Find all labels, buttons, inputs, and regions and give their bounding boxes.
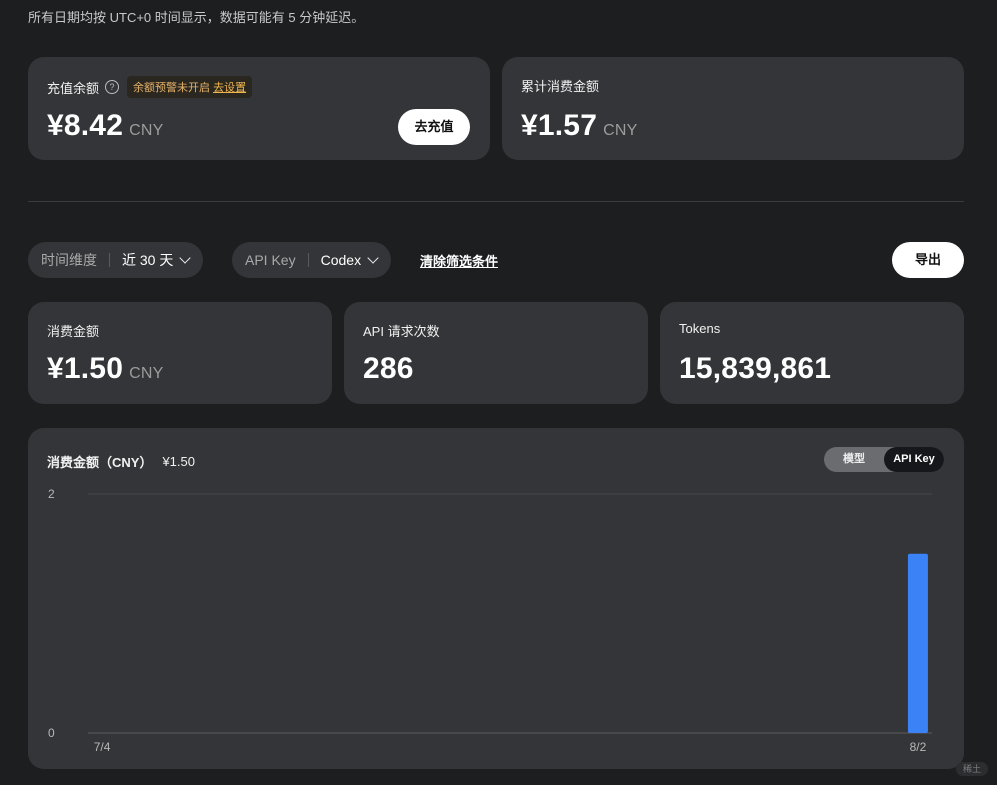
time-range-value: 近 30 天 — [122, 252, 174, 268]
section-divider — [28, 201, 964, 202]
balance-amount: ¥8.42 CNY — [47, 109, 163, 143]
export-button[interactable]: 导出 — [892, 242, 964, 278]
group-by-toggle[interactable]: 模型 API Key — [824, 447, 944, 472]
total-spend-amount: ¥1.57 CNY — [521, 109, 637, 143]
balance-currency: CNY — [129, 122, 164, 139]
total-spend-value: ¥1.57 — [521, 109, 598, 142]
stat-value: 286 — [363, 352, 414, 385]
timezone-note: 所有日期均按 UTC+0 时间显示，数据可能有 5 分钟延迟。 — [28, 10, 365, 25]
balance-alert-text: 余额预警未开启 — [133, 82, 211, 94]
recharge-button[interactable]: 去充值 — [398, 109, 470, 145]
stat-title: Tokens — [679, 321, 721, 336]
api-key-label: API Key — [245, 252, 296, 268]
balance-title-text: 充值余额 — [47, 80, 100, 96]
stat-value: 15,839,861 — [679, 352, 832, 385]
stat-value: ¥1.50 CNY — [47, 352, 163, 386]
api-key-filter[interactable]: API Key Codex — [232, 242, 392, 278]
stat-value-number: ¥1.50 — [47, 352, 124, 385]
time-range-label: 时间维度 — [41, 252, 97, 268]
total-spend-currency: CNY — [603, 122, 638, 139]
chart-title-text: 消费金额（CNY） — [47, 455, 153, 470]
toggle-api-key[interactable]: API Key — [884, 447, 944, 472]
chevron-down-icon — [367, 252, 379, 264]
chart-title: 消费金额（CNY） ¥1.50 — [47, 452, 195, 471]
balance-alert-settings-link[interactable]: 去设置 — [213, 82, 246, 94]
spend-chart-panel: 消费金额（CNY） ¥1.50 — [28, 428, 964, 769]
api-key-value: Codex — [320, 252, 362, 268]
balance-title: 充值余额 ? 余额预警未开启 去设置 — [47, 76, 253, 98]
balance-amount-value: ¥8.42 — [47, 109, 124, 142]
chart-total: ¥1.50 — [162, 454, 195, 469]
clear-filters-link[interactable]: 清除筛选条件 — [420, 251, 498, 270]
stat-unit: CNY — [129, 365, 164, 382]
balance-card: 充值余额 ? 余额预警未开启 去设置 ¥8.42 CNY 去充值 — [28, 57, 490, 160]
watermark-badge: 稀土 — [956, 762, 988, 776]
stat-card-spend: 消费金额 ¥1.50 CNY — [28, 302, 332, 404]
chevron-down-icon — [179, 252, 192, 264]
time-range-filter[interactable]: 时间维度 近 30 天 — [28, 242, 204, 278]
total-spend-title: 累计消费金额 — [521, 79, 600, 94]
question-circle-icon[interactable]: ? — [105, 80, 120, 94]
stat-card-tokens: Tokens 15,839,861 — [660, 302, 964, 404]
stat-card-requests: API 请求次数 286 — [344, 302, 648, 404]
balance-alert-badge: 余额预警未开启 去设置 — [127, 76, 253, 98]
toggle-model[interactable]: 模型 — [824, 447, 884, 472]
total-spend-card: 累计消费金额 ¥1.57 CNY — [502, 57, 964, 160]
stat-title: API 请求次数 — [363, 324, 440, 339]
stat-title: 消费金额 — [47, 324, 100, 339]
